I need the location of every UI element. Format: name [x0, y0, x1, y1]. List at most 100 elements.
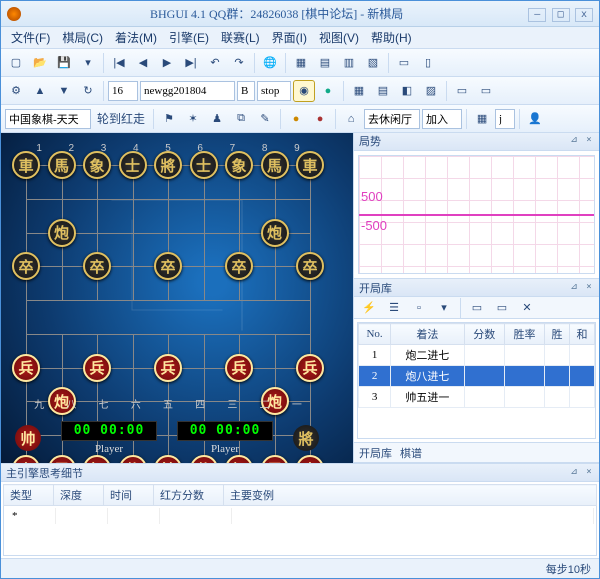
next-icon[interactable]: ▶	[156, 52, 178, 74]
piece[interactable]: 馬	[48, 151, 76, 179]
piece[interactable]: 炮	[48, 219, 76, 247]
dock1-icon[interactable]: ▭	[393, 52, 415, 74]
ob-clip-icon[interactable]: ▭	[491, 297, 513, 319]
panel2-pin-icon[interactable]: ⊿	[568, 282, 580, 294]
flag-icon[interactable]: ●	[317, 80, 339, 102]
globe-icon[interactable]: 🌐	[259, 52, 281, 74]
opening-table[interactable]: No.着法分数胜率胜和 1炮二进七 2炮八进七 3帅五进一	[357, 322, 596, 439]
layout2-icon[interactable]: ▤	[314, 52, 336, 74]
piece[interactable]: 兵	[12, 354, 40, 382]
dock2-icon[interactable]: ▯	[417, 52, 439, 74]
grid2-icon[interactable]: ▤	[372, 80, 394, 102]
piece[interactable]: 車	[296, 455, 324, 463]
engine-select[interactable]	[140, 81, 235, 101]
stop-button[interactable]	[257, 81, 291, 101]
room-icon[interactable]: ⌂	[340, 108, 362, 130]
coin2-icon[interactable]: ●	[309, 108, 331, 130]
piece[interactable]: 將	[154, 151, 182, 179]
up-icon[interactable]: ▲	[29, 80, 51, 102]
piece[interactable]: 士	[190, 151, 218, 179]
highlight-icon[interactable]: ◉	[293, 80, 315, 102]
menu-league[interactable]: 联赛(L)	[215, 27, 266, 48]
piece[interactable]: 馬	[48, 455, 76, 463]
piece[interactable]: 士	[119, 151, 147, 179]
depth-input[interactable]	[108, 81, 138, 101]
tool-a-icon[interactable]: ⚑	[158, 108, 180, 130]
piece[interactable]: 相	[83, 455, 111, 463]
panel3-close-icon[interactable]: ×	[583, 467, 595, 479]
piece[interactable]: 兵	[296, 354, 324, 382]
user-icon[interactable]: 👤	[524, 108, 546, 130]
back-icon[interactable]: ↶	[204, 52, 226, 74]
panel-pin-icon[interactable]: ⊿	[568, 135, 580, 147]
first-icon[interactable]: |◀	[108, 52, 130, 74]
tab-openbook[interactable]: 开局库	[359, 445, 392, 461]
engine-icon[interactable]: ⚙	[5, 80, 27, 102]
down-icon[interactable]: ▼	[53, 80, 75, 102]
ob-flash-icon[interactable]: ⚡	[358, 297, 380, 319]
piece[interactable]: 相	[225, 455, 253, 463]
layout4-icon[interactable]: ▧	[362, 52, 384, 74]
close-button[interactable]: x	[575, 8, 593, 22]
piece[interactable]: 仕	[190, 455, 218, 463]
menu-ui[interactable]: 界面(I)	[266, 27, 313, 48]
menu-engine[interactable]: 引擎(E)	[163, 27, 215, 48]
menu-file[interactable]: 文件(F)	[5, 27, 56, 48]
tool-d-icon[interactable]: ⧉	[230, 108, 252, 130]
piece[interactable]: 卒	[83, 252, 111, 280]
new-icon[interactable]: ▢	[5, 52, 27, 74]
piece[interactable]: 兵	[225, 354, 253, 382]
ob-del-icon[interactable]: ✕	[516, 297, 538, 319]
tool-b-icon[interactable]: ✶	[182, 108, 204, 130]
piece[interactable]: 卒	[225, 252, 253, 280]
piece[interactable]: 象	[83, 151, 111, 179]
panel-close-icon[interactable]: ×	[583, 135, 595, 147]
ob-new-icon[interactable]: ▫	[408, 297, 430, 319]
piece[interactable]: 卒	[12, 252, 40, 280]
piece[interactable]: 馬	[261, 455, 289, 463]
grid5-icon[interactable]: ▭	[451, 80, 473, 102]
ob-add-icon[interactable]: ▾	[433, 297, 455, 319]
piece[interactable]: 仕	[119, 455, 147, 463]
tool-c-icon[interactable]: ♟	[206, 108, 228, 130]
layout3-icon[interactable]: ▥	[338, 52, 360, 74]
grid3-icon[interactable]: ◧	[396, 80, 418, 102]
prev-icon[interactable]: ◀	[132, 52, 154, 74]
ref-icon[interactable]: ↻	[77, 80, 99, 102]
tool-e-icon[interactable]: ✎	[254, 108, 276, 130]
saveas-icon[interactable]: ▾	[77, 52, 99, 74]
coin-icon[interactable]: ●	[285, 108, 307, 130]
fwd-icon[interactable]: ↷	[228, 52, 250, 74]
layout1-icon[interactable]: ▦	[290, 52, 312, 74]
tab-moves[interactable]: 棋谱	[400, 445, 422, 461]
ob-mark-icon[interactable]: ▭	[466, 297, 488, 319]
ob-legend-icon[interactable]: ☰	[383, 297, 405, 319]
piece[interactable]: 兵	[154, 354, 182, 382]
piece[interactable]: 卒	[296, 252, 324, 280]
piece[interactable]: 象	[225, 151, 253, 179]
grid6-icon[interactable]: ▭	[475, 80, 497, 102]
minimize-button[interactable]: —	[528, 8, 546, 22]
menu-help[interactable]: 帮助(H)	[365, 27, 418, 48]
piece[interactable]: 炮	[261, 219, 289, 247]
maximize-button[interactable]: □	[552, 8, 570, 22]
panel2-close-icon[interactable]: ×	[583, 282, 595, 294]
grid1-icon[interactable]: ▦	[348, 80, 370, 102]
piece[interactable]: 帥	[154, 455, 182, 463]
open-icon[interactable]: 📂	[29, 52, 51, 74]
piece[interactable]: 車	[12, 151, 40, 179]
variant-select[interactable]	[5, 109, 91, 129]
search-input[interactable]	[495, 109, 515, 129]
menu-game[interactable]: 棋局(C)	[56, 27, 109, 48]
piece[interactable]: 卒	[154, 252, 182, 280]
last-icon[interactable]: ▶|	[180, 52, 202, 74]
lobby-select[interactable]	[364, 109, 420, 129]
board-grid[interactable]: 車馬象士將士象馬車炮炮卒卒卒卒卒兵兵兵兵兵炮炮車馬相仕帥仕相馬車	[26, 165, 310, 463]
piece[interactable]: 馬	[261, 151, 289, 179]
step-input[interactable]	[237, 81, 255, 101]
piece[interactable]: 車	[296, 151, 324, 179]
panel3-pin-icon[interactable]: ⊿	[568, 467, 580, 479]
piece[interactable]: 兵	[83, 354, 111, 382]
grid4-icon[interactable]: ▨	[420, 80, 442, 102]
menu-view[interactable]: 视图(V)	[313, 27, 365, 48]
